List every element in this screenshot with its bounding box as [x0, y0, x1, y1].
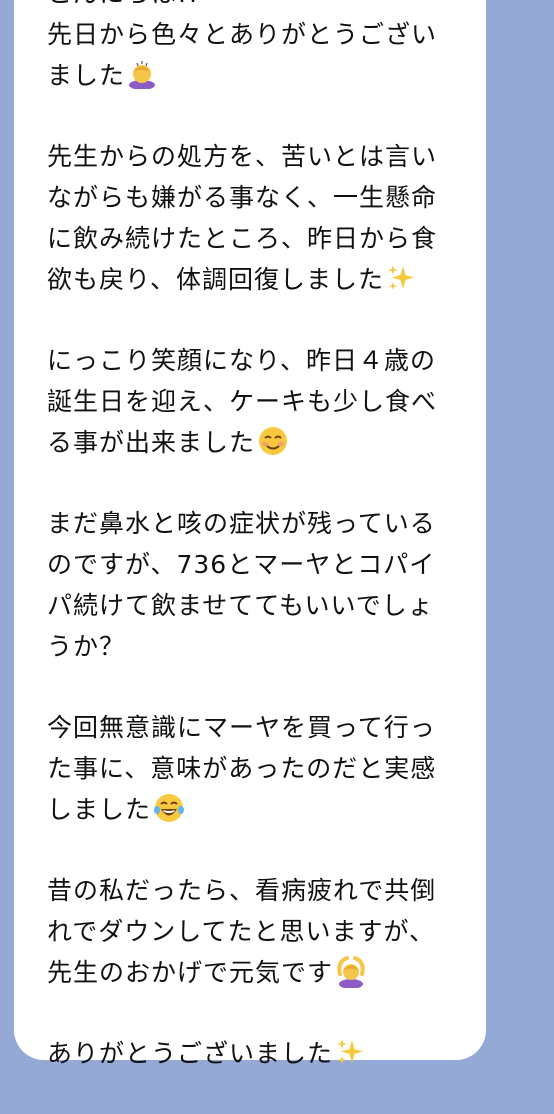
- message-line: しました: [47, 795, 152, 824]
- tears-of-joy-icon: [153, 792, 185, 824]
- paragraph-closing: ありがとうございました: [47, 1033, 487, 1074]
- message-line: パ続けて飲ませててもいいでしょ: [47, 591, 434, 620]
- sparkles-icon: [335, 1037, 365, 1067]
- message-line: まだ鼻水と咳の症状が残っている: [47, 509, 436, 538]
- message-line: 今回無意識にマーヤを買って行っ: [47, 713, 436, 742]
- message-line: 誕生日を迎え、ケーキも少し食べ: [47, 387, 438, 416]
- message-line: こんにちは!!: [47, 0, 487, 14]
- message-line: にっこり笑顔になり、昨日４歳の: [47, 346, 437, 375]
- smiling-face-icon: [257, 425, 289, 457]
- message-line: 先生からの処方を、苦いとは言い: [47, 142, 438, 171]
- paragraph-realization: 今回無意識にマーヤを買って行っ た事に、意味があったのだと実感 しました: [47, 707, 487, 830]
- message-line: ありがとうございました: [47, 1039, 334, 1068]
- message-line: 昔の私だったら、看病疲れで共倒: [47, 876, 437, 905]
- message-line: た事に、意味があったのだと実感: [47, 754, 437, 783]
- message-line: うか？: [47, 632, 126, 661]
- message-line: のですが、736とマーヤとコパイ: [47, 550, 436, 579]
- message-line: 先日から色々とありがとうござい: [47, 20, 438, 49]
- message-bubble[interactable]: こんにちは!! 先日から色々とありがとうござい ました 先生からの処方を、苦いと…: [14, 0, 486, 1068]
- message-line: ました: [47, 61, 126, 90]
- message-line: ながらも嫌がる事なく、一生懸命: [47, 183, 438, 212]
- message-line: 欲も戻り、体調回復しました: [47, 265, 385, 294]
- paragraph-thanks-doctor: 昔の私だったら、看病疲れで共倒 れでダウンしてたと思いますが、 先生のおかげで元…: [47, 870, 487, 993]
- paragraph-recovery: 先生からの処方を、苦いとは言い ながらも嫌がる事なく、一生懸命 に飲み続けたとこ…: [47, 136, 487, 300]
- message-line: 先生のおかげで元気です: [47, 958, 334, 987]
- message-text: こんにちは!! 先日から色々とありがとうござい ました 先生からの処方を、苦いと…: [47, 0, 487, 1114]
- bowing-woman-icon: [127, 59, 157, 89]
- paragraph-greeting: こんにちは!! 先日から色々とありがとうござい ました: [47, 0, 487, 96]
- paragraph-question: まだ鼻水と咳の症状が残っている のですが、736とマーヤとコパイ パ続けて飲ませ…: [47, 503, 487, 667]
- woman-ok-gesture-icon: [335, 954, 367, 988]
- paragraph-birthday: にっこり笑顔になり、昨日４歳の 誕生日を迎え、ケーキも少し食べ る事が出来ました: [47, 340, 487, 463]
- message-line: れでダウンしてたと思いますが、: [47, 917, 436, 946]
- message-line: る事が出来ました: [47, 428, 256, 457]
- sparkles-icon: [386, 263, 416, 293]
- message-line: に飲み続けたところ、昨日から食: [47, 224, 438, 253]
